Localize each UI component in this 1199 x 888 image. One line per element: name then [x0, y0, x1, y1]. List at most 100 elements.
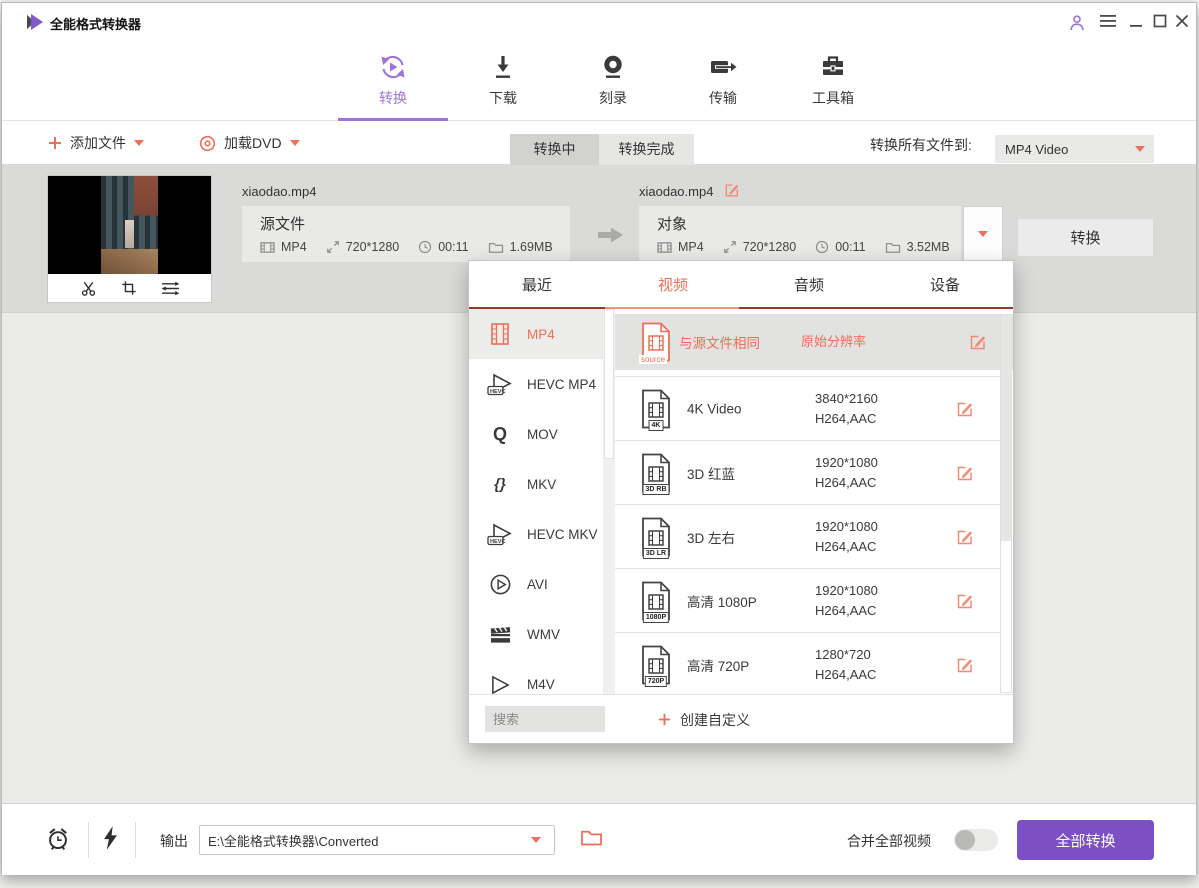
edit-preset-icon[interactable] — [956, 464, 974, 482]
triangle-icon — [486, 672, 514, 694]
resolution-icon — [326, 240, 340, 254]
popup-tab-audio[interactable]: 音频 — [741, 261, 877, 307]
video-thumbnail — [47, 175, 212, 303]
format-item-mkv[interactable]: {} MKV — [469, 459, 615, 509]
preset-hd-720p[interactable]: 720P 高清 720P 1280*720H264,AAC — [615, 632, 1000, 696]
preset-3d-red-blue[interactable]: 3D RB 3D 红蓝 1920*1080H264,AAC — [615, 440, 1000, 504]
format-list: MP4 HEVC MP4 Q MOV {} MKV HEVC MKV AVI — [469, 309, 615, 694]
format-item-avi[interactable]: AVI — [469, 559, 615, 609]
burn-icon — [558, 49, 668, 81]
chevron-down-icon — [531, 837, 541, 843]
format-item-wmv[interactable]: WMV — [469, 609, 615, 659]
filmstrip-icon — [486, 322, 514, 346]
circle-play-icon — [486, 572, 514, 596]
create-custom-button[interactable]: 创建自定义 — [658, 695, 750, 744]
plus-icon — [48, 136, 62, 150]
edit-preset-icon[interactable] — [956, 656, 974, 674]
edit-preset-icon[interactable] — [956, 400, 974, 418]
convert-all-to-label: 转换所有文件到: — [870, 135, 972, 155]
tab-convert[interactable]: 转换 — [338, 49, 448, 108]
tab-download[interactable]: 下载 — [448, 49, 558, 108]
source-duration: 00:11 — [438, 240, 468, 254]
clapperboard-icon — [486, 622, 514, 646]
target-duration: 00:11 — [835, 240, 865, 254]
tab-finished[interactable]: 转换完成 — [599, 134, 694, 165]
source-filename: xiaodao.mp4 — [242, 184, 316, 199]
toolbox-icon — [778, 49, 888, 81]
edit-preset-icon[interactable] — [956, 592, 974, 610]
popup-tab-video[interactable]: 视频 — [605, 261, 741, 307]
popup-tab-device[interactable]: 设备 — [877, 261, 1013, 307]
search-input[interactable] — [485, 706, 605, 732]
trim-scissors-icon[interactable] — [80, 280, 97, 297]
hevc-play-icon — [486, 372, 514, 396]
braces-icon: {} — [486, 472, 514, 496]
output-path-select[interactable] — [199, 825, 555, 855]
menu-icon[interactable] — [1100, 14, 1116, 28]
high-speed-icon[interactable] — [103, 826, 118, 850]
preset-same-as-source[interactable]: source 与源文件相同 原始分辨率 — [615, 314, 1013, 370]
format-list-scrollbar[interactable] — [603, 309, 615, 694]
clock-icon — [418, 240, 432, 254]
toolbar: 添加文件 加载DVD 转换中 转换完成 转换所有文件到: MP4 Video — [2, 121, 1196, 165]
app-window: 全能格式转换器 转换 下载 刻录 传输 — [1, 2, 1197, 874]
format-item-mov[interactable]: Q MOV — [469, 409, 615, 459]
chevron-down-icon — [290, 140, 300, 146]
target-panel: 对象 MP4 720*1280 00:11 3.52MB — [639, 206, 961, 262]
preset-hd-1080p[interactable]: 1080P 高清 1080P 1920*1080H264,AAC — [615, 568, 1000, 632]
quicktime-icon: Q — [486, 422, 514, 446]
popup-tab-recent[interactable]: 最近 — [469, 261, 605, 307]
chevron-down-icon — [978, 231, 988, 237]
tab-toolbox[interactable]: 工具箱 — [778, 49, 888, 108]
merge-videos-toggle[interactable] — [954, 829, 998, 851]
target-format-dropdown[interactable] — [963, 206, 1003, 262]
source-size: 1.69MB — [510, 240, 553, 254]
convert-button[interactable]: 转换 — [1017, 218, 1154, 257]
tab-transfer[interactable]: 传输 — [668, 49, 778, 108]
minimize-icon[interactable] — [1129, 14, 1143, 28]
format-item-m4v[interactable]: M4V — [469, 659, 615, 694]
source-panel: 源文件 MP4 720*1280 00:11 1.69MB — [242, 206, 570, 262]
video-doc-icon: 4K — [639, 389, 673, 429]
effects-sliders-icon[interactable] — [161, 281, 180, 296]
format-item-hevc-mkv[interactable]: HEVC MKV — [469, 509, 615, 559]
open-folder-icon[interactable] — [580, 828, 603, 847]
chevron-down-icon — [1135, 146, 1145, 152]
rename-edit-icon[interactable] — [724, 182, 740, 198]
source-resolution: 720*1280 — [346, 240, 400, 254]
clock-icon — [815, 240, 829, 254]
maximize-icon[interactable] — [1153, 14, 1167, 28]
load-dvd-button[interactable]: 加载DVD — [199, 121, 300, 165]
add-files-button[interactable]: 添加文件 — [48, 121, 144, 165]
tab-converting[interactable]: 转换中 — [510, 134, 599, 165]
disc-icon — [199, 135, 216, 152]
thumbnail-toolbar — [48, 274, 211, 302]
close-icon[interactable] — [1175, 14, 1189, 28]
popup-active-tab-underline — [605, 307, 739, 309]
preset-4k-video[interactable]: 4K 4K Video 3840*2160H264,AAC — [615, 376, 1000, 440]
edit-preset-icon[interactable] — [969, 333, 987, 351]
edit-preset-icon[interactable] — [956, 528, 974, 546]
video-doc-icon: 720P — [639, 645, 673, 685]
source-panel-title: 源文件 — [260, 213, 305, 234]
source-format: MP4 — [281, 240, 307, 254]
resolution-icon — [723, 240, 737, 254]
tab-burn[interactable]: 刻录 — [558, 49, 668, 108]
convert-all-format-select[interactable]: MP4 Video — [995, 135, 1154, 163]
crop-icon[interactable] — [121, 280, 137, 296]
thumbnail-image — [48, 176, 211, 275]
plus-icon — [658, 713, 671, 726]
main-nav: 转换 下载 刻录 传输 工具箱 — [2, 37, 1196, 121]
convert-all-button[interactable]: 全部转换 — [1017, 820, 1154, 860]
preset-list-scrollbar[interactable] — [1000, 314, 1012, 693]
schedule-alarm-icon[interactable] — [46, 826, 70, 851]
chevron-down-icon — [134, 140, 144, 146]
account-icon[interactable] — [1068, 14, 1086, 32]
video-doc-icon: 3D RB — [639, 453, 673, 493]
title-bar: 全能格式转换器 — [2, 3, 1196, 37]
folder-icon — [488, 241, 504, 254]
format-item-mp4[interactable]: MP4 — [469, 309, 615, 359]
format-item-hevc-mp4[interactable]: HEVC MP4 — [469, 359, 615, 409]
preset-3d-left-right[interactable]: 3D LR 3D 左右 1920*1080H264,AAC — [615, 504, 1000, 568]
transfer-icon — [668, 49, 778, 81]
